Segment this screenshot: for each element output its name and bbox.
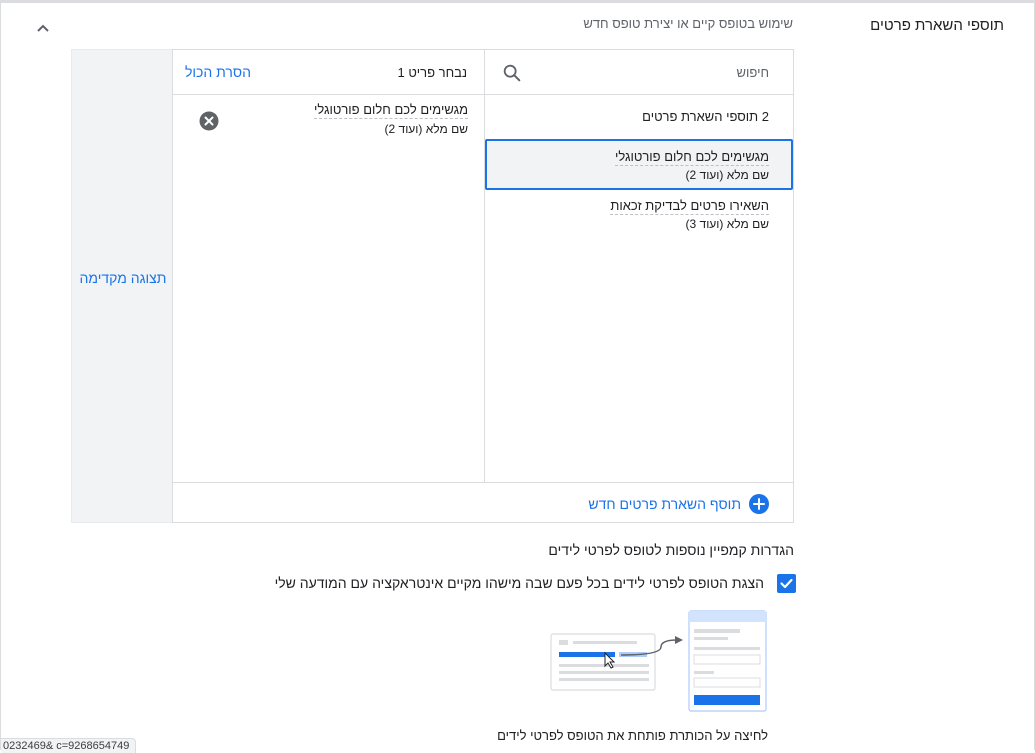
column-divider: [484, 50, 485, 482]
lead-form-illustration: [550, 610, 767, 712]
list-item-title: השאירו פרטים לבדיקת זכאות: [610, 198, 769, 215]
preview-button[interactable]: תצוגה מקדימה: [72, 270, 174, 287]
footer-divider: [173, 482, 793, 483]
selected-item-title: מגשימים לכם חלום פורטוגלי: [314, 102, 468, 119]
close-circle-icon[interactable]: [199, 111, 219, 131]
list-item[interactable]: השאירו פרטים לבדיקת זכאות שם מלא (ועוד 3…: [485, 191, 793, 241]
search-input[interactable]: חיפוש: [737, 65, 769, 80]
checkmark-icon: [780, 578, 793, 589]
remove-all-button[interactable]: הסרת הכול: [185, 64, 251, 80]
settings-heading: הגדרות קמפיין נוספות לטופס לפרטי לידים: [548, 542, 794, 558]
list-group-header: 2 תוספי השארת פרטים: [642, 109, 769, 124]
selected-item-subtitle: שם מלא (ועוד 2): [384, 122, 468, 136]
selected-count: נבחר פריט 1: [397, 65, 467, 80]
search-icon[interactable]: [501, 62, 523, 84]
list-item-subtitle: שם מלא (ועוד 3): [685, 217, 769, 231]
chevron-up-icon[interactable]: [33, 18, 53, 38]
add-new-form-button[interactable]: תוסף השארת פרטים חדש: [588, 493, 769, 515]
list-item[interactable]: מגשימים לכם חלום פורטוגלי שם מלא (ועוד 2…: [485, 139, 793, 190]
list-item-title: מגשימים לכם חלום פורטוגלי: [615, 149, 769, 166]
show-form-checkbox-label: הצגת הטופס לפרטי לידים בכל פעם שבה מישהו…: [274, 575, 764, 591]
section-title: תוספי השארת פרטים: [870, 17, 1004, 34]
list-item-subtitle: שם מלא (ועוד 2): [685, 168, 769, 182]
add-new-form-label: תוסף השארת פרטים חדש: [588, 496, 741, 512]
show-form-checkbox[interactable]: [777, 574, 796, 593]
preview-pane: תצוגה מקדימה: [71, 49, 173, 523]
status-bar-url: 0232469& c=9268654749: [1, 738, 137, 753]
header-divider: [173, 94, 793, 95]
page-frame: תוספי השארת פרטים שימוש בטופס קיים או יצ…: [0, 0, 1035, 753]
illustration-caption: לחיצה על הכותרת פותחת את הטופס לפרטי ליד…: [497, 728, 768, 743]
form-selector-panel: חיפוש נבחר פריט 1 הסרת הכול 2 תוספי השאר…: [172, 49, 794, 523]
section-subtitle: שימוש בטופס קיים או יצירת טופס חדש: [583, 16, 793, 31]
plus-circle-icon: [749, 494, 769, 514]
